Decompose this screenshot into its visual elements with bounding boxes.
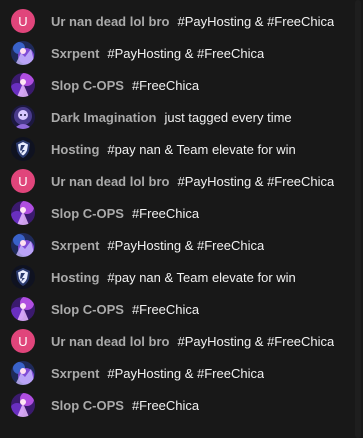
chat-message[interactable]: Slop C-OPS #FreeChica — [0, 293, 350, 325]
avatar-letter: U — [18, 173, 28, 189]
chat-message[interactable]: U Ur nan dead lol bro #PayHosting & #Fre… — [0, 165, 350, 197]
author-name[interactable]: Slop C-OPS — [51, 398, 124, 413]
message-text: #FreeChica — [131, 301, 200, 317]
chat-message[interactable]: Slop C-OPS #FreeChica — [0, 389, 350, 421]
author-name[interactable]: Dark Imagination — [51, 110, 156, 125]
shield-logo-icon — [11, 265, 35, 289]
chat-message[interactable]: Slop C-OPS #FreeChica — [0, 197, 350, 229]
avatar[interactable] — [11, 73, 35, 97]
dark-character-icon — [11, 105, 35, 129]
shield-logo-icon — [11, 137, 35, 161]
author-name[interactable]: Sxrpent — [51, 46, 99, 61]
avatar[interactable] — [11, 393, 35, 417]
author-name[interactable]: Slop C-OPS — [51, 78, 124, 93]
message-text: #pay nan & Team elevate for win — [107, 269, 296, 285]
avatar[interactable]: U — [11, 169, 35, 193]
author-name[interactable]: Slop C-OPS — [51, 302, 124, 317]
message-text: #PayHosting & #FreeChica — [107, 237, 265, 253]
avatar[interactable]: U — [11, 329, 35, 353]
avatar-letter: U — [18, 333, 28, 349]
author-name[interactable]: Ur nan dead lol bro — [51, 334, 169, 349]
chat-message-list: U Ur nan dead lol bro #PayHosting & #Fre… — [0, 5, 350, 421]
anime-character-purple-icon — [11, 201, 35, 225]
author-name[interactable]: Slop C-OPS — [51, 206, 124, 221]
message-text: #PayHosting & #FreeChica — [177, 333, 335, 349]
message-text: #FreeChica — [131, 77, 200, 93]
chat-message[interactable]: Hosting #pay nan & Team elevate for win — [0, 133, 350, 165]
author-name[interactable]: Ur nan dead lol bro — [51, 14, 169, 29]
anime-character-purple-icon — [11, 73, 35, 97]
scrollbar[interactable] — [351, 0, 363, 438]
chat-message[interactable]: Hosting #pay nan & Team elevate for win — [0, 261, 350, 293]
anime-character-purple-icon — [11, 297, 35, 321]
avatar[interactable] — [11, 297, 35, 321]
author-name[interactable]: Sxrpent — [51, 366, 99, 381]
message-text: #pay nan & Team elevate for win — [107, 141, 296, 157]
avatar[interactable] — [11, 105, 35, 129]
avatar[interactable] — [11, 137, 35, 161]
message-text: #PayHosting & #FreeChica — [177, 13, 335, 29]
chat-message[interactable]: U Ur nan dead lol bro #PayHosting & #Fre… — [0, 5, 350, 37]
chat-message[interactable]: Sxrpent #PayHosting & #FreeChica — [0, 357, 350, 389]
scrollbar-thumb[interactable] — [355, 0, 361, 438]
message-text: just tagged every time — [164, 109, 292, 125]
avatar[interactable] — [11, 41, 35, 65]
avatar[interactable] — [11, 361, 35, 385]
author-name[interactable]: Ur nan dead lol bro — [51, 174, 169, 189]
avatar[interactable] — [11, 201, 35, 225]
author-name[interactable]: Hosting — [51, 142, 99, 157]
message-text: #PayHosting & #FreeChica — [107, 45, 265, 61]
message-text: #FreeChica — [131, 205, 200, 221]
chat-message[interactable]: Sxrpent #PayHosting & #FreeChica — [0, 37, 350, 69]
avatar[interactable] — [11, 265, 35, 289]
chat-message[interactable]: U Ur nan dead lol bro #PayHosting & #Fre… — [0, 325, 350, 357]
message-text: #PayHosting & #FreeChica — [107, 365, 265, 381]
avatar-letter: U — [18, 13, 28, 29]
anime-character-blue-icon — [11, 233, 35, 257]
message-text: #FreeChica — [131, 397, 200, 413]
chat-message[interactable]: Dark Imagination just tagged every time — [0, 101, 350, 133]
chat-message[interactable]: Sxrpent #PayHosting & #FreeChica — [0, 229, 350, 261]
avatar[interactable] — [11, 233, 35, 257]
author-name[interactable]: Hosting — [51, 270, 99, 285]
avatar[interactable]: U — [11, 9, 35, 33]
message-text: #PayHosting & #FreeChica — [177, 173, 335, 189]
anime-character-blue-icon — [11, 41, 35, 65]
anime-character-blue-icon — [11, 361, 35, 385]
chat-message[interactable]: Slop C-OPS #FreeChica — [0, 69, 350, 101]
author-name[interactable]: Sxrpent — [51, 238, 99, 253]
anime-character-purple-icon — [11, 393, 35, 417]
